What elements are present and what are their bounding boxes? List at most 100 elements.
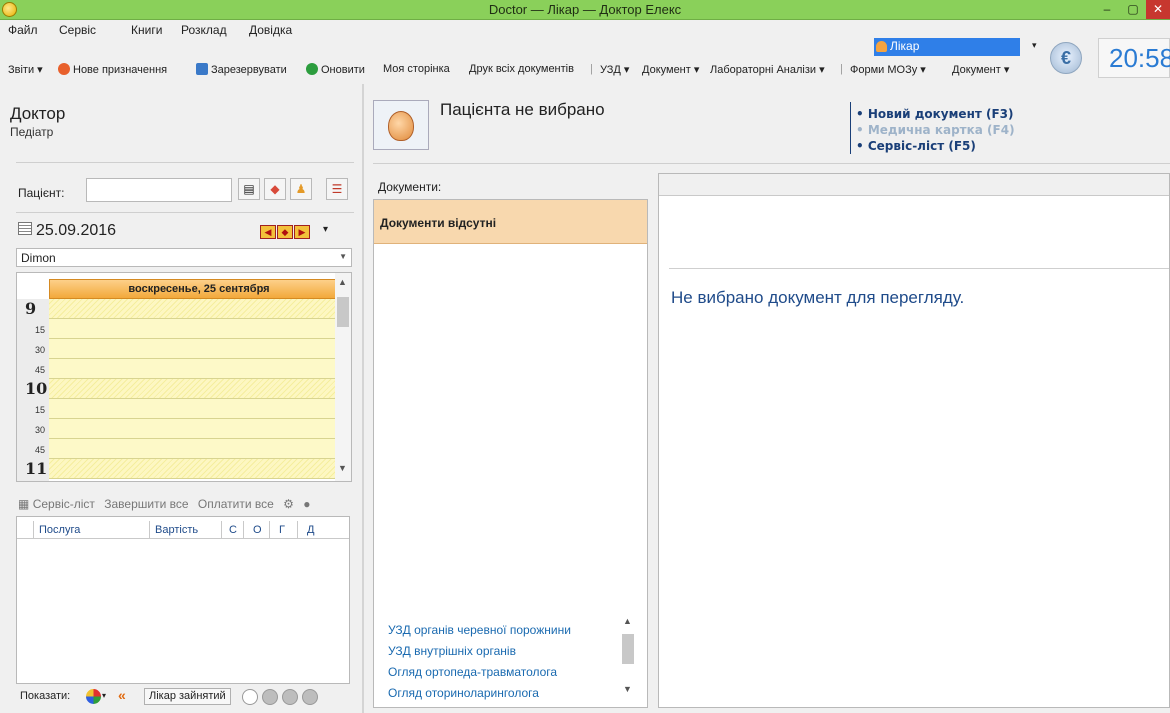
panel-divider[interactable]: [362, 84, 364, 713]
patient-avatar[interactable]: [373, 100, 429, 150]
user-dropdown-arrow-icon[interactable]: ▾: [1032, 40, 1037, 51]
schedule-scrollbar[interactable]: ▲ ▼: [335, 273, 351, 481]
status-circle-3[interactable]: [302, 689, 318, 705]
show-label: Показати:: [20, 690, 71, 702]
template-item[interactable]: УЗД органів черевної порожнини: [388, 620, 571, 641]
scroll-up-icon[interactable]: ▲: [338, 277, 347, 287]
uzd-menu[interactable]: УЗД ▾: [600, 63, 629, 76]
finish-all-button[interactable]: Завершити все: [104, 497, 188, 511]
hour-label: 11: [25, 459, 48, 478]
my-page-button[interactable]: Моя сторінка: [383, 63, 450, 75]
scroll-down-icon[interactable]: ▼: [338, 463, 347, 473]
menu-books[interactable]: Книги: [131, 23, 162, 37]
divider: [373, 163, 1170, 164]
document-viewer[interactable]: Не вибрано документ для перегляду.: [658, 173, 1170, 708]
schedule-slot[interactable]: [49, 399, 335, 419]
schedule-grid[interactable]: воскресенье, 25 сентября 9 15 30 45 10 15 30 45…: [16, 272, 352, 482]
date-picker[interactable]: 25.09.2016: [18, 222, 116, 240]
template-item[interactable]: УЗД внутрішніх органів: [388, 641, 571, 662]
user-select[interactable]: Лікар: [874, 38, 1020, 56]
patient-card-button[interactable]: ▤: [238, 178, 260, 200]
minute-label: 30: [35, 345, 46, 355]
today-button[interactable]: ◆: [277, 225, 293, 239]
patient-list-button[interactable]: ☰: [326, 178, 348, 200]
status-circle-1[interactable]: [262, 689, 278, 705]
schedule-slot[interactable]: [49, 339, 335, 359]
pay-all-button[interactable]: Оплатити все: [198, 497, 274, 511]
col-s[interactable]: С: [229, 524, 237, 536]
list-icon: ☰: [331, 182, 343, 196]
print-all-button[interactable]: Друк всіх документів: [469, 63, 574, 75]
toolbar: Звіти ▾ Нове призначення Зарезервувати О…: [0, 61, 1040, 81]
clear-patient-button[interactable]: ◆: [264, 178, 286, 200]
minute-label: 30: [35, 425, 46, 435]
template-scrollbar[interactable]: ▲ ▼: [620, 614, 636, 700]
date-dropdown-icon[interactable]: ▾: [323, 224, 328, 235]
service-table[interactable]: Послуга Вартість С О Г Д: [16, 516, 350, 684]
minimize-button[interactable]: –: [1094, 0, 1120, 19]
print-icon[interactable]: ⚙: [283, 497, 294, 511]
no-patient-title: Пацієнта не вибрано: [440, 100, 605, 119]
col-d[interactable]: Д: [307, 524, 314, 536]
title-bar: Doctor — Лікар — Доктор Елекс – ▢ ✕: [0, 0, 1170, 20]
minute-label: 45: [35, 445, 46, 455]
chevron-down-icon: ▼: [339, 252, 347, 261]
divider: [16, 162, 354, 163]
schedule-slot[interactable]: [49, 299, 335, 319]
scroll-thumb[interactable]: [337, 297, 349, 327]
double-left-arrow-icon[interactable]: «: [118, 687, 126, 703]
drop-icon[interactable]: ●: [303, 497, 310, 511]
schedule-slot[interactable]: [49, 439, 335, 459]
template-item[interactable]: Огляд оториноларинголога: [388, 683, 571, 704]
scroll-down-icon[interactable]: ▼: [623, 684, 632, 694]
hour-label: 10: [25, 379, 48, 398]
menu-file[interactable]: Файл: [8, 23, 38, 37]
documents-label: Документи:: [378, 180, 442, 194]
new-document-link[interactable]: • Новий документ (F3): [856, 106, 1015, 122]
schedule-slot[interactable]: [49, 419, 335, 439]
menu-help[interactable]: Довідка: [249, 23, 292, 37]
no-documents-item[interactable]: Документи відсутні: [374, 200, 647, 244]
service-sheet-link[interactable]: • Сервіс-ліст (F5): [856, 138, 1015, 154]
user-name: Лікар: [890, 39, 920, 53]
brand-logo-icon[interactable]: €: [1050, 42, 1082, 74]
schedule-slot[interactable]: [49, 459, 335, 479]
status-circle-empty[interactable]: [242, 689, 258, 705]
close-button[interactable]: ✕: [1146, 0, 1170, 19]
medical-card-link[interactable]: • Медична картка (F4): [856, 122, 1015, 138]
document-menu-1[interactable]: Документ ▾: [642, 63, 699, 76]
minute-label: 45: [35, 365, 46, 375]
next-day-button[interactable]: ▶: [294, 225, 310, 239]
schedule-slot[interactable]: [49, 379, 335, 399]
new-appointment-button[interactable]: Нове призначення: [58, 63, 167, 76]
color-filter-icon[interactable]: [86, 689, 101, 704]
schedule-slot[interactable]: [49, 319, 335, 339]
moz-forms-menu[interactable]: Форми МОЗу ▾: [850, 63, 926, 76]
maximize-button[interactable]: ▢: [1120, 0, 1146, 19]
refresh-button[interactable]: Оновити: [306, 63, 365, 76]
col-price[interactable]: Вартість: [155, 524, 198, 536]
reserve-button[interactable]: Зарезервувати: [196, 63, 287, 76]
patient-input[interactable]: [86, 178, 232, 202]
template-item[interactable]: Огляд ортопеда-травматолога: [388, 662, 571, 683]
chevron-down-icon[interactable]: ▾: [102, 691, 106, 700]
menu-schedule[interactable]: Розклад: [181, 23, 227, 37]
scroll-thumb[interactable]: [622, 634, 634, 664]
patient-profile-button[interactable]: ♟: [290, 178, 312, 200]
document-menu-2[interactable]: Документ ▾: [952, 63, 1009, 76]
status-circle-2[interactable]: [282, 689, 298, 705]
doctor-busy-button[interactable]: Лікар зайнятий: [144, 688, 231, 705]
menu-service[interactable]: Сервіс: [59, 23, 96, 37]
doctor-title: Доктор: [10, 104, 66, 123]
doctor-select[interactable]: Dimon ▼: [16, 248, 352, 267]
prev-day-button[interactable]: ◀: [260, 225, 276, 239]
reports-menu[interactable]: Звіти ▾: [8, 63, 43, 76]
person-icon: ♟: [295, 182, 307, 196]
col-o[interactable]: О: [253, 524, 262, 536]
service-list-button[interactable]: ▦ Сервіс-ліст: [18, 497, 95, 511]
lab-menu[interactable]: Лабораторні Аналізи ▾: [710, 63, 825, 76]
col-g[interactable]: Г: [279, 524, 285, 536]
schedule-slot[interactable]: [49, 359, 335, 379]
scroll-up-icon[interactable]: ▲: [623, 616, 632, 626]
col-service[interactable]: Послуга: [39, 524, 80, 536]
